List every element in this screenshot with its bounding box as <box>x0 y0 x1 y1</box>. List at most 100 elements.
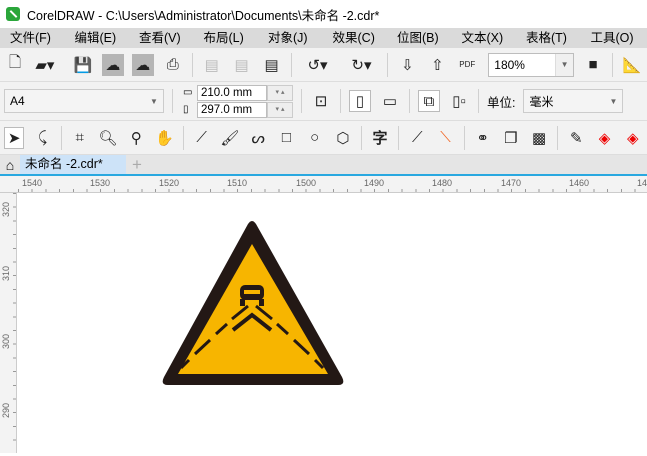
property-bar: A4 ▼ ▭ 210.0 mm ▾ ▴ ▯ 297.0 mm ▾ ▴ ⊡ ▯ ▭ ⧉ ▯… <box>0 82 647 121</box>
vertical-ruler[interactable]: 320 310 300 290 <box>0 193 17 453</box>
home-icon[interactable]: ⌂ <box>0 155 20 174</box>
text-tool-icon[interactable]: 字 <box>370 127 390 149</box>
menu-text[interactable]: 文本(X) <box>452 28 517 48</box>
page-width-input[interactable]: 210.0 mm ▾ ▴ <box>197 84 293 101</box>
rectangle-tool-icon[interactable]: □ <box>276 127 296 149</box>
landscape-icon[interactable]: ▭ <box>379 90 401 112</box>
ruler-label: 320 <box>1 201 11 217</box>
cloud-upload-icon[interactable]: ☁ <box>131 53 154 76</box>
ruler-ticks <box>13 193 16 453</box>
new-document-icon[interactable]: 🗋 <box>4 54 26 76</box>
shape-tool-icon[interactable]: ⤹ <box>32 127 52 149</box>
separator <box>290 52 292 77</box>
crop-tool-icon[interactable]: ⌗ <box>70 127 90 149</box>
menu-layout[interactable]: 布局(L) <box>194 28 259 48</box>
cloud-download-icon[interactable]: ☁ <box>101 53 124 76</box>
print-icon[interactable]: ⎙ <box>162 54 184 76</box>
zoom-out-icon[interactable]: ⚲ <box>126 127 146 149</box>
ruler-label: 1530 <box>90 178 111 188</box>
export-icon[interactable]: ⇧ <box>426 54 448 76</box>
ruler-label: 1500 <box>296 178 317 188</box>
fill-tool-icon[interactable]: ◈ <box>594 127 614 149</box>
spinner-icon[interactable]: ▾ ▴ <box>267 84 293 101</box>
current-page-icon[interactable]: ▯▫ <box>448 90 470 112</box>
brush-tool-icon[interactable]: 🖌 <box>220 127 240 149</box>
zoom-level-combo[interactable]: 180% ▼ <box>488 52 575 77</box>
portrait-icon[interactable]: ▯ <box>349 90 371 112</box>
separator <box>387 52 389 77</box>
sign-fill <box>178 244 328 374</box>
ruler-ticks <box>18 189 647 192</box>
coreldraw-logo-icon <box>6 7 20 21</box>
menu-edit[interactable]: 编辑(E) <box>65 28 130 48</box>
standard-toolbar: 🗋 ▰▾ 💾 ☁ ☁ ⎙ ▤ ▤ ▤ ↺▾ ↻▾ ⇩ ⇧ PDF 180% ▼ … <box>0 48 647 82</box>
dimension-tool-icon[interactable]: ⟋ <box>407 127 427 149</box>
undo-icon[interactable]: ↺▾ <box>300 54 336 76</box>
zoom-tool-icon[interactable]: 🔍︎ <box>98 127 118 149</box>
ruler-label: 1480 <box>432 178 453 188</box>
smart-fill-icon[interactable]: ◈ <box>623 127 643 149</box>
freehand-tool-icon[interactable]: ⟋ <box>192 127 212 149</box>
menu-object[interactable]: 对象(J) <box>258 28 323 48</box>
horizontal-ruler[interactable]: 1540 1530 1520 1510 1500 1490 1480 1470 … <box>0 176 647 193</box>
menu-effects[interactable]: 效果(C) <box>323 28 388 48</box>
separator <box>182 125 184 150</box>
pdf-icon[interactable]: PDF <box>456 54 478 76</box>
title-bar: CorelDRAW - C:\Users\Administrator\Docum… <box>0 0 647 28</box>
page-size-value: A4 <box>10 94 25 108</box>
zoom-level: 180% <box>494 57 525 72</box>
chevron-down-icon[interactable]: ▼ <box>145 90 163 112</box>
separator <box>340 89 341 113</box>
ruler-label: 1470 <box>501 178 522 188</box>
ruler-label: 1510 <box>227 178 248 188</box>
all-pages-icon[interactable]: ⧉ <box>418 90 440 112</box>
open-folder-icon[interactable]: ▰▾ <box>34 54 56 76</box>
page-size-select[interactable]: A4 ▼ <box>4 89 164 113</box>
import-icon[interactable]: ⇩ <box>396 54 418 76</box>
chevron-down-icon[interactable]: ▼ <box>604 90 622 112</box>
transparency-icon[interactable]: ▩ <box>529 127 549 149</box>
menu-file[interactable]: 文件(F) <box>0 28 65 48</box>
drop-shadow-icon[interactable]: ❐ <box>501 127 521 149</box>
ellipse-tool-icon[interactable]: ○ <box>305 127 325 149</box>
page-orientation-icon[interactable]: ⊡ <box>310 90 332 112</box>
menu-tools[interactable]: 工具(O) <box>581 28 646 48</box>
unit-select[interactable]: 毫米 ▼ <box>523 89 624 113</box>
window-title: CorelDRAW - C:\Users\Administrator\Docum… <box>27 8 380 23</box>
add-tab-icon[interactable]: + <box>126 155 148 174</box>
spiral-tool-icon[interactable]: ᔕ <box>248 127 268 149</box>
blend-tool-icon[interactable]: ⚭ <box>473 127 493 149</box>
pick-tool-icon[interactable]: ➤ <box>4 126 25 149</box>
pan-tool-icon[interactable]: ✋ <box>154 127 174 149</box>
menu-bar: 文件(F) 编辑(E) 查看(V) 布局(L) 对象(J) 效果(C) 位图(B… <box>0 28 647 48</box>
separator <box>463 125 465 150</box>
page-height-input[interactable]: 297.0 mm ▾ ▴ <box>197 101 293 118</box>
connector-tool-icon[interactable]: ⟍ <box>435 127 455 149</box>
copy-icon[interactable]: ▤ <box>231 54 253 76</box>
document-tab[interactable]: 未命名 -2.cdr* <box>20 155 126 174</box>
page-width-icon: ▭ <box>183 87 193 98</box>
drawing-canvas[interactable] <box>18 194 647 453</box>
paste-icon[interactable]: ▤ <box>261 54 283 76</box>
page-height-value: 297.0 mm <box>201 103 253 116</box>
full-screen-icon[interactable]: ■ <box>582 54 604 76</box>
ruler-label: 310 <box>1 265 11 281</box>
redo-icon[interactable]: ↻▾ <box>344 54 380 76</box>
page-height-icon: ▯ <box>183 104 189 115</box>
ruler-label: 290 <box>1 402 11 418</box>
menu-bitmap[interactable]: 位图(B) <box>387 28 452 48</box>
ruler-label: 1520 <box>159 178 180 188</box>
menu-table[interactable]: 表格(T) <box>516 28 581 48</box>
save-icon[interactable]: 💾 <box>72 54 94 76</box>
polygon-tool-icon[interactable]: ⬡ <box>333 127 353 149</box>
warning-sign-graphic[interactable] <box>18 194 647 453</box>
menu-view[interactable]: 查看(V) <box>129 28 194 48</box>
separator <box>478 89 479 113</box>
options-ruler-icon[interactable]: 📐 <box>621 54 643 76</box>
separator <box>361 125 362 150</box>
separator <box>398 125 400 150</box>
cut-icon[interactable]: ▤ <box>201 54 223 76</box>
chevron-down-icon[interactable]: ▼ <box>555 53 574 76</box>
spinner-icon[interactable]: ▾ ▴ <box>267 101 293 118</box>
eyedropper-icon[interactable]: ✎ <box>566 127 586 149</box>
